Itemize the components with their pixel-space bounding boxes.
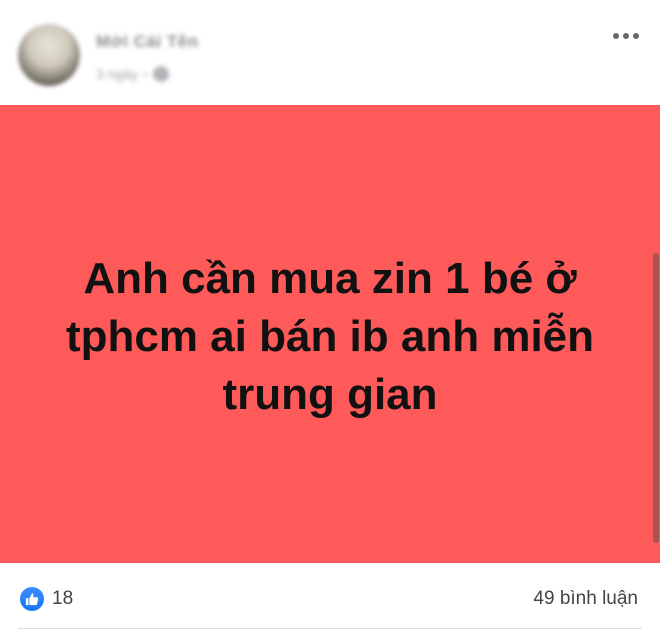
post-meta: 3 ngày bbox=[96, 64, 170, 84]
like-icon bbox=[20, 587, 44, 611]
post-timestamp[interactable]: 3 ngày bbox=[96, 66, 138, 82]
post-footer: 18 49 bình luận bbox=[0, 563, 660, 629]
post-background-card[interactable]: Anh cần mua zin 1 bé ở tphcm ai bán ib a… bbox=[0, 105, 660, 563]
post-text: Anh cần mua zin 1 bé ở tphcm ai bán ib a… bbox=[65, 254, 595, 419]
author-name[interactable]: Mới Cái Tên bbox=[96, 32, 199, 52]
post-header: Mới Cái Tên 3 ngày bbox=[0, 0, 660, 105]
reactions-summary[interactable]: 18 bbox=[20, 587, 73, 611]
author-avatar[interactable] bbox=[18, 24, 80, 86]
globe-icon bbox=[153, 66, 170, 82]
meta-separator bbox=[144, 72, 148, 76]
more-options-button[interactable] bbox=[604, 20, 648, 52]
comment-count-link[interactable]: 49 bình luận bbox=[533, 588, 638, 610]
scrollbar[interactable] bbox=[653, 253, 659, 543]
reaction-count: 18 bbox=[52, 588, 74, 609]
more-horizontal-icon bbox=[613, 33, 619, 39]
